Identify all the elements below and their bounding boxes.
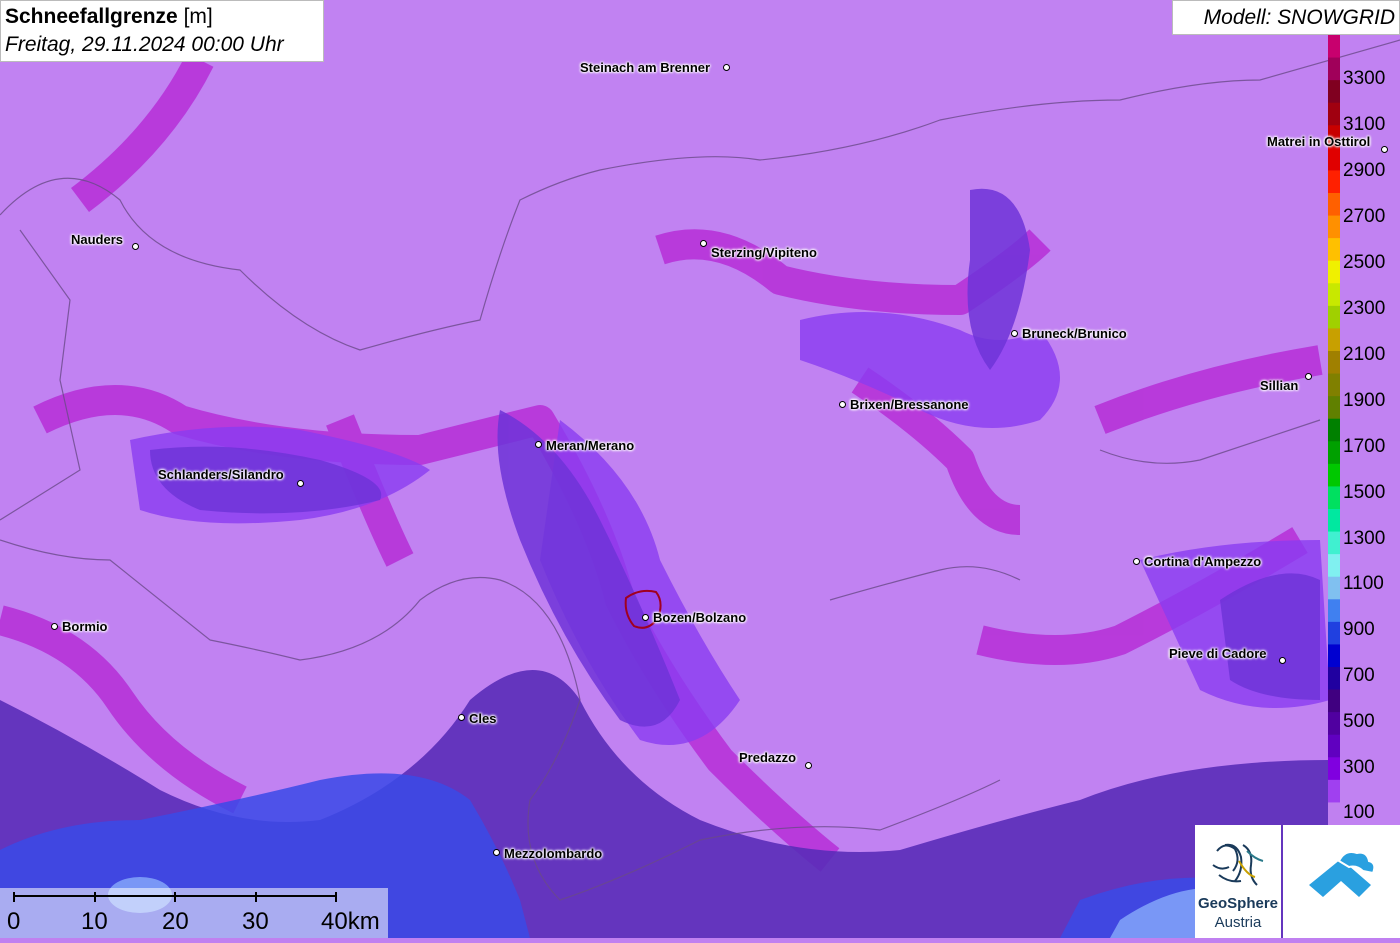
scale-label-10: 10 bbox=[81, 908, 108, 935]
geosphere-country: Austria bbox=[1214, 914, 1262, 931]
city-dot-icon[interactable] bbox=[1132, 557, 1140, 565]
legend-swatch bbox=[1328, 531, 1340, 555]
legend-label: 900 bbox=[1343, 619, 1375, 640]
city-label[interactable]: Mezzolombardo bbox=[504, 846, 602, 861]
legend-label: 2300 bbox=[1343, 298, 1386, 319]
legend-swatch bbox=[1328, 779, 1340, 803]
legend-swatch bbox=[1328, 621, 1340, 645]
city-label[interactable]: Matrei in Osttirol bbox=[1267, 134, 1370, 149]
city-dot-icon[interactable] bbox=[492, 848, 500, 856]
legend-swatch bbox=[1328, 576, 1340, 600]
city-label[interactable]: Cortina d'Ampezzo bbox=[1144, 554, 1261, 569]
geosphere-swirl-icon bbox=[1212, 843, 1264, 886]
legend-swatch bbox=[1328, 757, 1340, 781]
city-dot-icon[interactable] bbox=[534, 440, 542, 448]
legend-swatch bbox=[1328, 418, 1340, 442]
map-datetime: Freitag, 29.11.2024 00:00 Uhr bbox=[5, 33, 284, 56]
legend-swatch bbox=[1328, 102, 1340, 126]
legend-label: 700 bbox=[1343, 665, 1375, 686]
geosphere-name: GeoSphere bbox=[1197, 895, 1279, 912]
model-label: Modell: SNOWGRID bbox=[1172, 0, 1400, 35]
city-dot-icon[interactable] bbox=[699, 239, 707, 247]
legend-label: 1300 bbox=[1343, 528, 1386, 549]
legend-color-bar bbox=[1328, 35, 1340, 825]
legend-swatch bbox=[1328, 554, 1340, 578]
legend-swatch bbox=[1328, 689, 1340, 713]
city-label[interactable]: Nauders bbox=[71, 232, 123, 247]
legend-swatch bbox=[1328, 734, 1340, 758]
city-dot-icon[interactable] bbox=[1010, 329, 1018, 337]
legend-swatch bbox=[1328, 328, 1340, 352]
legend-swatch bbox=[1328, 305, 1340, 329]
legend-swatch bbox=[1328, 351, 1340, 375]
city-dot-icon[interactable] bbox=[131, 242, 139, 250]
city-label[interactable]: Bormio bbox=[62, 619, 108, 634]
legend-swatch bbox=[1328, 170, 1340, 194]
city-dot-icon[interactable] bbox=[838, 400, 846, 408]
legend-swatch bbox=[1328, 238, 1340, 262]
city-dot-icon[interactable] bbox=[457, 713, 465, 721]
city-label[interactable]: Steinach am Brenner bbox=[580, 60, 710, 75]
legend-label: 3100 bbox=[1343, 114, 1386, 135]
map-title: Schneefallgrenze [m] bbox=[5, 5, 213, 28]
city-label[interactable]: Bozen/Bolzano bbox=[653, 610, 746, 625]
legend-label: 500 bbox=[1343, 711, 1375, 732]
legend-swatch bbox=[1328, 57, 1340, 81]
legend-label: 1900 bbox=[1343, 390, 1386, 411]
legend-swatch bbox=[1328, 599, 1340, 623]
cloud-arrow-icon bbox=[1309, 851, 1376, 897]
legend-swatch bbox=[1328, 35, 1340, 59]
city-dot-icon[interactable] bbox=[296, 479, 304, 487]
city-dot-icon[interactable] bbox=[50, 622, 58, 630]
legend-swatch bbox=[1328, 712, 1340, 736]
city-dot-icon[interactable] bbox=[1380, 145, 1388, 153]
legend-swatch bbox=[1328, 396, 1340, 420]
legend-swatch bbox=[1328, 193, 1340, 217]
legend-swatch bbox=[1328, 283, 1340, 307]
city-label[interactable]: Brixen/Bressanone bbox=[850, 397, 969, 412]
legend-label: 2700 bbox=[1343, 206, 1386, 227]
scale-label-0: 0 bbox=[7, 908, 21, 935]
city-label[interactable]: Meran/Merano bbox=[546, 438, 634, 453]
legend-label: 100 bbox=[1343, 802, 1375, 823]
scale-label-40km: 40km bbox=[321, 908, 380, 935]
legend-swatch bbox=[1328, 802, 1340, 825]
city-dot-icon[interactable] bbox=[1304, 372, 1312, 380]
city-dot-icon[interactable] bbox=[722, 63, 730, 71]
legend-swatch bbox=[1328, 147, 1340, 171]
legend-swatch bbox=[1328, 509, 1340, 533]
city-label[interactable]: Pieve di Cadore bbox=[1169, 646, 1267, 661]
legend-label: 2500 bbox=[1343, 252, 1386, 273]
legend-swatch bbox=[1328, 441, 1340, 465]
legend-label: 2100 bbox=[1343, 344, 1386, 365]
scale-label-20: 20 bbox=[162, 908, 189, 935]
scale-label-30: 30 bbox=[242, 908, 269, 935]
legend-swatch bbox=[1328, 486, 1340, 510]
city-label[interactable]: Sillian bbox=[1260, 378, 1298, 393]
city-label[interactable]: Sterzing/Vipiteno bbox=[711, 245, 817, 260]
legend-label: 300 bbox=[1343, 757, 1375, 778]
city-dot-icon[interactable] bbox=[641, 613, 649, 621]
legend-label: 1700 bbox=[1343, 436, 1386, 457]
app-logo[interactable] bbox=[1283, 825, 1400, 938]
legend-swatch bbox=[1328, 644, 1340, 668]
legend-swatch bbox=[1328, 373, 1340, 397]
city-label[interactable]: Schlanders/Silandro bbox=[158, 467, 284, 482]
city-label[interactable]: Bruneck/Brunico bbox=[1022, 326, 1127, 341]
legend-swatch bbox=[1328, 667, 1340, 691]
city-label[interactable]: Cles bbox=[469, 711, 496, 726]
city-dot-icon[interactable] bbox=[804, 761, 812, 769]
city-dot-icon[interactable] bbox=[1278, 656, 1286, 664]
legend-label: 1100 bbox=[1343, 573, 1384, 594]
legend-label: 2900 bbox=[1343, 160, 1386, 181]
map-title-box: Schneefallgrenze [m] Freitag, 29.11.2024… bbox=[0, 0, 324, 62]
city-label[interactable]: Predazzo bbox=[739, 750, 796, 765]
legend-swatch bbox=[1328, 80, 1340, 104]
legend-label: 3300 bbox=[1343, 68, 1386, 89]
legend-swatch bbox=[1328, 215, 1340, 239]
legend-label: 1500 bbox=[1343, 482, 1386, 503]
legend-swatch bbox=[1328, 463, 1340, 487]
legend-swatch bbox=[1328, 260, 1340, 284]
